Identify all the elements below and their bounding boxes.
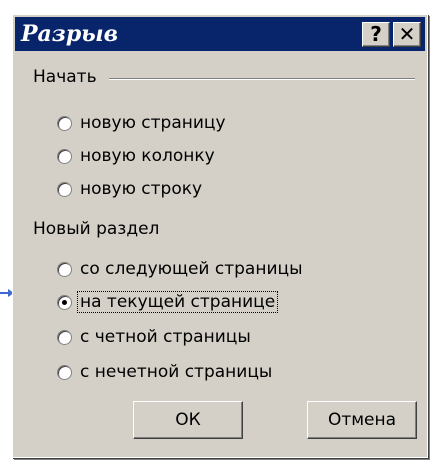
option-label: на текущей странице: [76, 291, 279, 313]
radio-current-page[interactable]: на текущей странице: [57, 289, 279, 315]
close-icon: ✕: [398, 22, 416, 46]
radio-odd-page[interactable]: с нечетной страницы: [57, 359, 274, 385]
ok-button[interactable]: ОК: [133, 401, 243, 439]
help-button[interactable]: ?: [362, 22, 390, 47]
option-label: со следующей страницы: [80, 259, 303, 279]
radio-button[interactable]: [57, 329, 72, 345]
radio-new-line[interactable]: новую строку: [57, 176, 204, 202]
radio-new-page[interactable]: новую страницу: [57, 110, 228, 136]
radio-dot-icon: [62, 299, 67, 305]
radio-button-selected[interactable]: [57, 294, 72, 310]
option-label: новую колонку: [80, 146, 215, 166]
dialog-title: Разрыв: [21, 21, 119, 47]
break-dialog: Разрыв ? ✕ Начать новую страницу новую к…: [12, 14, 428, 458]
section-group-label: Новый раздел: [33, 219, 166, 239]
radio-button[interactable]: [57, 115, 72, 131]
title-bar: Разрыв ? ✕: [15, 17, 425, 51]
start-group-label: Начать: [33, 67, 103, 87]
start-group-divider: [109, 78, 415, 80]
close-button[interactable]: ✕: [393, 22, 421, 47]
radio-button[interactable]: [57, 181, 72, 197]
option-label: новую строку: [80, 179, 203, 199]
radio-button[interactable]: [57, 261, 72, 277]
radio-button[interactable]: [57, 364, 72, 380]
cancel-button[interactable]: Отмена: [307, 401, 417, 439]
option-label: новую страницу: [80, 113, 226, 133]
radio-next-page[interactable]: со следующей страницы: [57, 256, 305, 282]
radio-even-page[interactable]: с четной страницы: [57, 324, 253, 350]
option-label: с нечетной страницы: [80, 362, 273, 382]
option-label: с четной страницы: [80, 327, 251, 347]
help-icon: ?: [370, 22, 382, 46]
radio-new-column[interactable]: новую колонку: [57, 143, 217, 169]
radio-button[interactable]: [57, 148, 72, 164]
